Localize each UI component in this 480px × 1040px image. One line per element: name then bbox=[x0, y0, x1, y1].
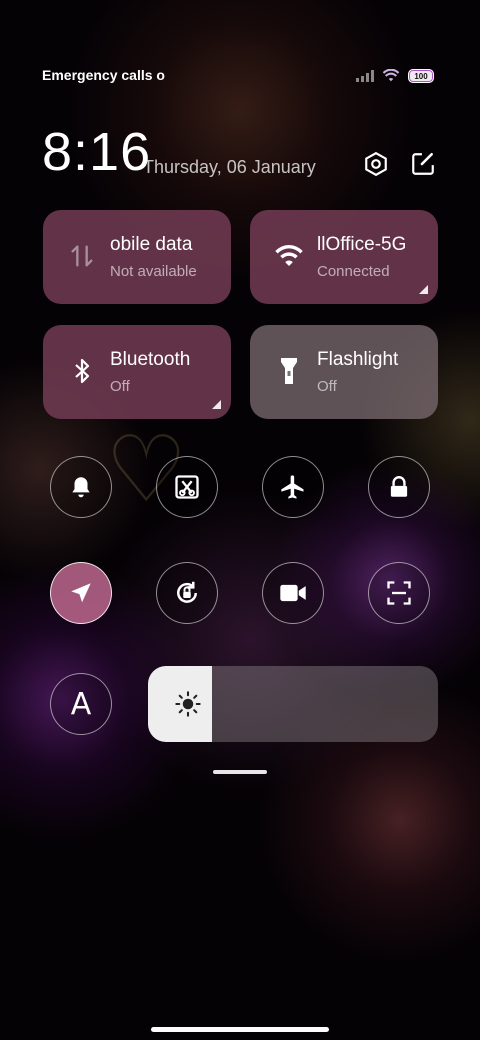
video-icon bbox=[280, 584, 306, 602]
clock-time[interactable]: 8:16 bbox=[42, 122, 151, 182]
auto-text-icon: A bbox=[70, 686, 92, 722]
rotation-lock-icon bbox=[177, 581, 197, 603]
airplane-toggle[interactable] bbox=[262, 456, 324, 518]
carrier-text: Emergency calls o bbox=[42, 67, 165, 83]
expand-corner-icon[interactable] bbox=[419, 285, 428, 294]
wifi-tile[interactable]: llOffice-5G Connected bbox=[250, 210, 438, 304]
rotation-lock-toggle[interactable] bbox=[156, 562, 218, 624]
wifi-icon bbox=[274, 241, 304, 271]
location-toggle[interactable] bbox=[50, 562, 112, 624]
screenshot-toggle[interactable] bbox=[156, 456, 218, 518]
tile-title: llOffice-5G bbox=[317, 234, 407, 255]
battery-icon: 100 bbox=[408, 69, 434, 83]
flashlight-tile[interactable]: Flashlight Off bbox=[250, 325, 438, 419]
mobile-data-tile[interactable]: obile data Not available bbox=[43, 210, 231, 304]
drag-handle[interactable] bbox=[213, 770, 267, 774]
lock-icon bbox=[390, 476, 408, 497]
lock-screen-toggle[interactable] bbox=[368, 456, 430, 518]
mobile-data-icon bbox=[67, 241, 97, 271]
scan-icon bbox=[387, 581, 411, 605]
airplane-icon bbox=[281, 475, 304, 499]
tile-title: Bluetooth bbox=[110, 349, 191, 370]
tile-subtitle: Connected bbox=[317, 263, 390, 280]
bluetooth-icon bbox=[67, 356, 97, 386]
wifi-status-icon bbox=[382, 69, 400, 82]
signal-icon bbox=[356, 70, 374, 82]
tile-title: Flashlight bbox=[317, 349, 399, 370]
bell-icon bbox=[72, 477, 90, 498]
expand-corner-icon[interactable] bbox=[212, 400, 221, 409]
edit-icon[interactable] bbox=[409, 150, 437, 178]
tile-title: obile data bbox=[110, 234, 193, 255]
clock-date[interactable]: Thursday, 06 January bbox=[143, 157, 316, 178]
brightness-slider[interactable] bbox=[148, 666, 438, 742]
tile-subtitle: Off bbox=[317, 378, 337, 395]
control-center: ♡ Emergency calls o 100 8:16 Thursday, 0… bbox=[0, 0, 480, 1040]
bluetooth-tile[interactable]: Bluetooth Off bbox=[43, 325, 231, 419]
auto-text-toggle[interactable]: A bbox=[50, 673, 112, 735]
flashlight-icon bbox=[274, 356, 304, 386]
screenshot-icon bbox=[175, 475, 199, 499]
screen-recorder-toggle[interactable] bbox=[262, 562, 324, 624]
sun-icon bbox=[175, 691, 201, 717]
tile-subtitle: Not available bbox=[110, 263, 197, 280]
silent-toggle[interactable] bbox=[50, 456, 112, 518]
home-indicator[interactable] bbox=[151, 1027, 329, 1032]
scanner-toggle[interactable] bbox=[368, 562, 430, 624]
location-icon bbox=[71, 583, 91, 603]
status-icons: 100 bbox=[356, 67, 434, 85]
hexagon-settings-icon[interactable] bbox=[362, 150, 390, 178]
tile-subtitle: Off bbox=[110, 378, 130, 395]
